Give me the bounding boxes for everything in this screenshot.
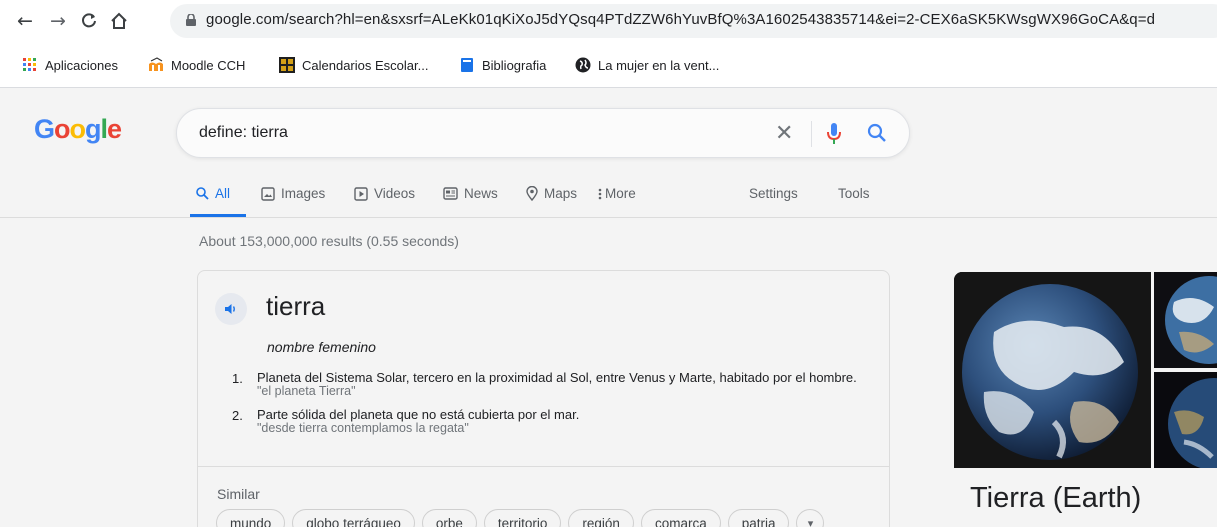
- similar-word-chip[interactable]: región: [568, 509, 634, 527]
- tab-label: Settings: [749, 186, 798, 201]
- definition-item: 1. Planeta del Sistema Solar, tercero en…: [232, 371, 872, 398]
- tab-all[interactable]: All: [196, 186, 230, 201]
- reload-icon[interactable]: [76, 8, 102, 34]
- moodle-icon: [149, 57, 163, 71]
- similar-word-chip[interactable]: globo terráqueo: [292, 509, 415, 527]
- tab-label: More: [605, 186, 636, 201]
- apps-grid-icon: [23, 58, 36, 71]
- more-vert-icon: [598, 188, 602, 199]
- chevron-down-icon[interactable]: ▾: [796, 509, 825, 527]
- tab-tools[interactable]: Tools: [838, 186, 870, 201]
- tab-label: Maps: [544, 186, 578, 201]
- address-bar[interactable]: google.com/search?hl=en&sxsrf=ALeKk01qKi…: [170, 4, 1217, 38]
- definition-item: 2. Parte sólida del planeta que no está …: [232, 408, 872, 435]
- tab-settings[interactable]: Settings: [749, 186, 798, 201]
- tab-label: Images: [281, 186, 326, 201]
- home-icon[interactable]: [106, 8, 132, 34]
- forward-arrow-icon[interactable]: →: [45, 8, 71, 34]
- bookmark-label: La mujer en la vent...: [598, 57, 720, 73]
- similar-word-chip[interactable]: comarca: [640, 509, 721, 527]
- search-header: Google define: tierra ✕ All Images Video…: [0, 88, 1217, 218]
- tab-label: Tools: [838, 186, 870, 201]
- definition-text: Planeta del Sistema Solar, tercero en la…: [257, 370, 857, 385]
- logo-letter: o: [69, 114, 86, 144]
- earth-image-2[interactable]: [1154, 272, 1217, 368]
- bookmark-bibliografia[interactable]: Bibliografia: [459, 54, 546, 76]
- logo-letter: o: [54, 114, 70, 144]
- dictionary-word: tierra: [266, 291, 326, 321]
- bookmark-label: Calendarios Escolar...: [302, 57, 429, 73]
- globe-icon: [575, 57, 591, 73]
- google-logo[interactable]: Google: [34, 114, 122, 145]
- definition-example: "desde tierra contemplamos la regata": [257, 421, 469, 435]
- bookmark-aplicaciones[interactable]: Aplicaciones: [22, 54, 118, 76]
- tab-label: Videos: [374, 186, 416, 201]
- tab-images[interactable]: Images: [261, 186, 325, 201]
- bookmark-la-mujer[interactable]: La mujer en la vent...: [575, 54, 719, 76]
- similar-word-chip[interactable]: mundo: [216, 509, 286, 527]
- back-arrow-icon[interactable]: ←: [12, 8, 38, 34]
- bookmark-label: Moodle CCH: [171, 57, 246, 73]
- similar-label: Similar: [217, 486, 260, 502]
- url-text: google.com/search?hl=en&sxsrf=ALeKk01qKi…: [206, 11, 1156, 28]
- earth-globe-image: [954, 272, 1151, 468]
- definition-number: 2.: [232, 408, 243, 423]
- tab-label: All: [215, 186, 231, 201]
- earth-image-3[interactable]: [1154, 372, 1217, 468]
- news-icon: [443, 187, 458, 200]
- bookmark-label: Bibliografia: [482, 57, 547, 73]
- image-icon: [261, 186, 275, 201]
- bookmark-label: Aplicaciones: [45, 57, 118, 73]
- search-divider: [811, 121, 812, 147]
- definition-number: 1.: [232, 371, 243, 386]
- map-pin-icon: [526, 186, 538, 201]
- tab-more[interactable]: More: [598, 186, 636, 201]
- dictionary-card: tierra nombre femenino 1. Planeta del Si…: [197, 270, 890, 527]
- bookmark-moodle[interactable]: Moodle CCH: [148, 54, 245, 76]
- browser-toolbar: ← → google.com/search?hl=en&sxsrf=ALeKk0…: [0, 0, 1217, 42]
- speaker-icon: [225, 304, 235, 314]
- bookmark-calendarios[interactable]: Calendarios Escolar...: [279, 54, 428, 76]
- earth-globe-image: [1154, 272, 1217, 368]
- similar-word-chip[interactable]: patria: [727, 509, 790, 527]
- logo-letter: e: [107, 114, 122, 144]
- similar-words: mundo globo terráqueo orbe territorio re…: [216, 509, 825, 527]
- tab-videos[interactable]: Videos: [354, 186, 415, 201]
- book-icon: [461, 58, 473, 72]
- lock-icon: [186, 14, 196, 26]
- card-divider: [198, 466, 889, 467]
- similar-word-chip[interactable]: territorio: [483, 509, 562, 527]
- tab-news[interactable]: News: [443, 186, 498, 201]
- active-tab-indicator: [190, 214, 246, 217]
- bookmarks-bar: Aplicaciones Moodle CCH Calendarios Esco…: [0, 42, 1217, 88]
- search-results-page: Google define: tierra ✕ All Images Video…: [0, 88, 1217, 527]
- result-stats: About 153,000,000 results (0.55 seconds): [199, 233, 459, 249]
- logo-letter: g: [85, 114, 101, 144]
- tab-label: News: [464, 186, 498, 201]
- clear-icon[interactable]: ✕: [775, 121, 793, 146]
- earth-image[interactable]: [954, 272, 1151, 468]
- search-input[interactable]: define: tierra: [199, 124, 288, 142]
- unam-icon: [279, 57, 295, 73]
- similar-word-chip[interactable]: orbe: [421, 509, 477, 527]
- microphone-icon[interactable]: [827, 122, 841, 146]
- video-icon: [354, 186, 368, 201]
- logo-letter: G: [34, 114, 55, 144]
- definition-text: Parte sólida del planeta que no está cub…: [257, 407, 580, 422]
- definition-example: "el planeta Tierra": [257, 384, 356, 398]
- definitions-list: 1. Planeta del Sistema Solar, tercero en…: [232, 371, 872, 445]
- pronounce-button[interactable]: [215, 293, 247, 325]
- tab-maps[interactable]: Maps: [526, 186, 577, 201]
- search-box[interactable]: define: tierra ✕: [176, 108, 910, 158]
- part-of-speech: nombre femenino: [267, 339, 376, 355]
- search-icon: [196, 187, 209, 200]
- earth-globe-image: [1154, 372, 1217, 468]
- search-icon[interactable]: [867, 123, 887, 143]
- knowledge-panel-title: Tierra (Earth): [970, 482, 1142, 514]
